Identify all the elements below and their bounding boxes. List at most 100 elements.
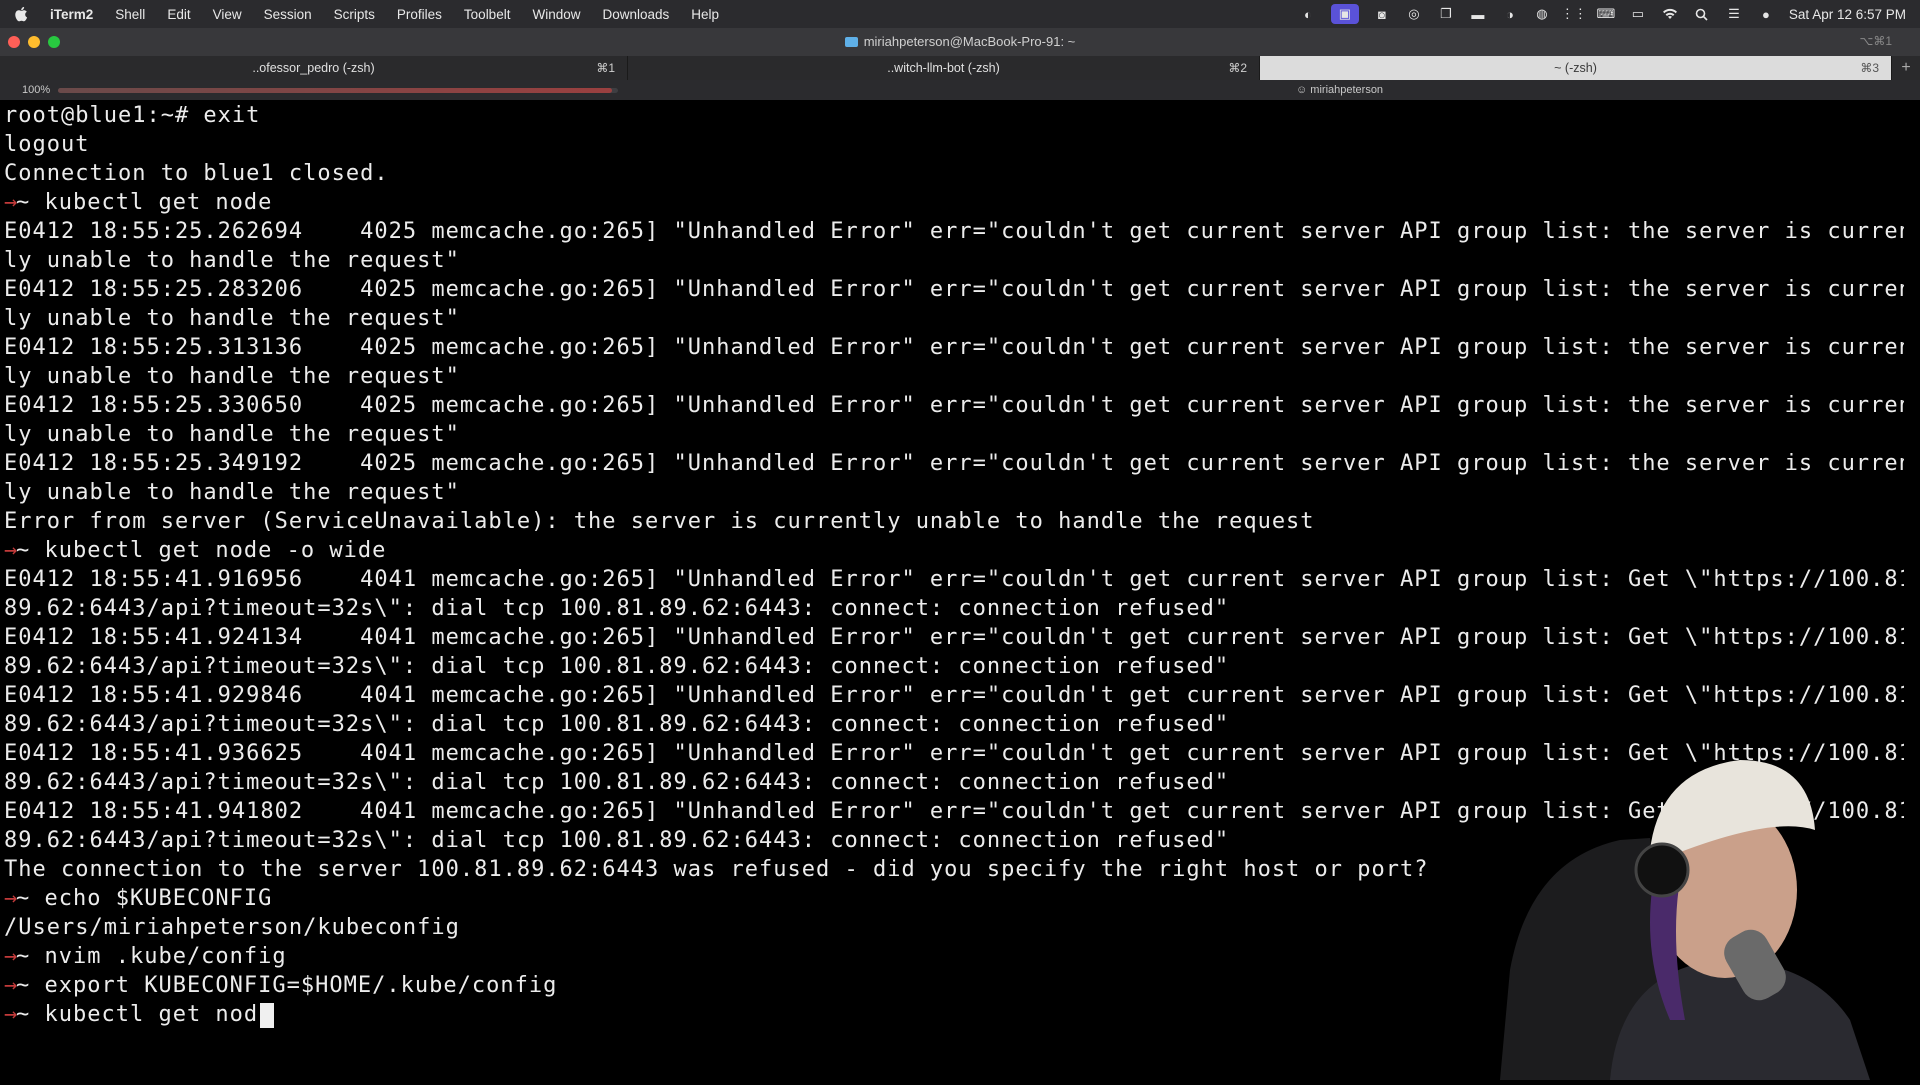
line-text: ly unable to handle the request": [4, 422, 460, 447]
window-title: miriahpeterson@MacBook-Pro-91: ~: [0, 34, 1920, 49]
output-line: ly unable to handle the request": [4, 246, 1904, 275]
screen-share-icon[interactable]: ▣: [1330, 4, 1359, 24]
webcam-overlay: [1470, 720, 1920, 1080]
tab-shortcut: ⌘2: [1228, 61, 1247, 75]
window-manager-icon[interactable]: ❐: [1437, 6, 1455, 22]
prompt-line: →~ kubectl get node -o wide: [4, 536, 1904, 565]
tab-bar: ..ofessor_pedro (-zsh) ⌘1 ..witch-llm-bo…: [0, 56, 1920, 80]
menu-app-name[interactable]: iTerm2: [50, 7, 93, 22]
camera-icon[interactable]: ◙: [1373, 6, 1391, 22]
keyboard-icon[interactable]: ⌨: [1597, 6, 1616, 22]
folder-icon: [844, 37, 858, 47]
prompt-arrow-icon: →: [4, 190, 19, 215]
menu-edit[interactable]: Edit: [167, 7, 190, 22]
line-text: ly unable to handle the request": [4, 306, 460, 331]
menu-toolbelt[interactable]: Toolbelt: [464, 7, 511, 22]
output-line: E0412 18:55:41.916956 4041 memcache.go:2…: [4, 565, 1904, 594]
control-center-icon[interactable]: ☰: [1725, 6, 1743, 22]
tab-label: ~ (-zsh): [1554, 61, 1597, 75]
line-text: ~ kubectl get node: [16, 190, 273, 215]
window-shortcut: ⌥⌘1: [1859, 34, 1892, 48]
line-text: E0412 18:55:41.924134 4041 memcache.go:2…: [4, 625, 1904, 650]
line-text: logout: [4, 132, 90, 157]
menu-help[interactable]: Help: [691, 7, 719, 22]
line-text: E0412 18:55:25.262694 4025 memcache.go:2…: [4, 219, 1904, 244]
text-cursor: [260, 1002, 275, 1028]
siri-icon[interactable]: ●: [1757, 6, 1775, 22]
menu-clock[interactable]: Sat Apr 12 6:57 PM: [1789, 7, 1906, 22]
tab-label: ..witch-llm-bot (-zsh): [887, 61, 1000, 75]
window-title-text: miriahpeterson@MacBook-Pro-91: ~: [863, 34, 1076, 49]
line-text: ~ kubectl get nod: [16, 1002, 259, 1027]
line-text: 89.62:6443/api?timeout=32s\": dial tcp 1…: [4, 712, 1230, 737]
menu-view[interactable]: View: [213, 7, 242, 22]
line-text: E0412 18:55:41.916956 4041 memcache.go:2…: [4, 567, 1904, 592]
user-icon: ☺: [1296, 84, 1308, 96]
line-text: ~ export KUBECONFIG=$HOME/.kube/config: [16, 973, 558, 998]
output-line: Error from server (ServiceUnavailable): …: [4, 507, 1904, 536]
menu-downloads[interactable]: Downloads: [602, 7, 669, 22]
menu-extras: ◐ ▣ ◙ ◎ ❐ ▬ ◑ ◍ ⋮⋮ ⌨ ▭ ☰ ● Sat Apr 12 6:…: [1299, 0, 1906, 28]
line-text: Error from server (ServiceUnavailable): …: [4, 509, 1315, 534]
headphone-shape: [1634, 842, 1690, 898]
output-line: 89.62:6443/api?timeout=32s\": dial tcp 1…: [4, 594, 1904, 623]
search-icon[interactable]: [1693, 6, 1711, 22]
menu-session[interactable]: Session: [264, 7, 312, 22]
window-title-bar[interactable]: miriahpeterson@MacBook-Pro-91: ~ ⌥⌘1: [0, 28, 1920, 56]
output-line: logout: [4, 130, 1904, 159]
tab-professor-pedro[interactable]: ..ofessor_pedro (-zsh) ⌘1: [0, 56, 628, 80]
output-line: E0412 18:55:25.313136 4025 memcache.go:2…: [4, 333, 1904, 362]
progress-bar: [58, 88, 618, 93]
output-line: ly unable to handle the request": [4, 478, 1904, 507]
vpn-icon[interactable]: ◍: [1533, 6, 1551, 22]
prompt-arrow-icon: →: [4, 538, 19, 563]
line-text: E0412 18:55:25.283206 4025 memcache.go:2…: [4, 277, 1904, 302]
output-line: E0412 18:55:25.349192 4025 memcache.go:2…: [4, 449, 1904, 478]
wifi-icon[interactable]: [1661, 6, 1679, 22]
status-user-text: miriahpeterson: [1310, 84, 1384, 96]
menu-scripts[interactable]: Scripts: [334, 7, 375, 22]
recorder-icon[interactable]: ◐: [1299, 6, 1317, 22]
prompt-line: →~ kubectl get node: [4, 188, 1904, 217]
output-line: E0412 18:55:41.929846 4041 memcache.go:2…: [4, 681, 1904, 710]
prompt-arrow-icon: →: [4, 1002, 19, 1027]
tab-label: ..ofessor_pedro (-zsh): [252, 61, 375, 75]
display-icon[interactable]: ▬: [1469, 6, 1487, 22]
line-text: E0412 18:55:25.330650 4025 memcache.go:2…: [4, 393, 1904, 418]
tab-twitch-llm-bot[interactable]: ..witch-llm-bot (-zsh) ⌘2: [628, 56, 1260, 80]
line-text: E0412 18:55:25.313136 4025 memcache.go:2…: [4, 335, 1904, 360]
sync-icon[interactable]: ◎: [1405, 6, 1423, 22]
new-tab-button[interactable]: +: [1892, 56, 1920, 80]
menu-profiles[interactable]: Profiles: [397, 7, 442, 22]
line-text: E0412 18:55:41.929846 4041 memcache.go:2…: [4, 683, 1904, 708]
line-text: E0412 18:55:25.349192 4025 memcache.go:2…: [4, 451, 1904, 476]
line-text: 89.62:6443/api?timeout=32s\": dial tcp 1…: [4, 770, 1230, 795]
output-line: E0412 18:55:25.283206 4025 memcache.go:2…: [4, 275, 1904, 304]
line-text: ly unable to handle the request": [4, 480, 460, 505]
output-line: Connection to blue1 closed.: [4, 159, 1904, 188]
line-text: /Users/miriahpeterson/kubeconfig: [4, 915, 460, 940]
grid-icon[interactable]: ⋮⋮: [1561, 6, 1587, 22]
line-text: root@blue1:~# exit: [4, 103, 261, 128]
line-text: Connection to blue1 closed.: [4, 161, 389, 186]
macos-menu-bar: iTerm2 Shell Edit View Session Scripts P…: [0, 0, 1920, 28]
output-line: E0412 18:55:41.924134 4041 memcache.go:2…: [4, 623, 1904, 652]
output-line: E0412 18:55:25.330650 4025 memcache.go:2…: [4, 391, 1904, 420]
menu-shell[interactable]: Shell: [115, 7, 145, 22]
zoom-level: 100%: [22, 84, 51, 96]
menu-window[interactable]: Window: [532, 7, 580, 22]
line-text: ~ kubectl get node -o wide: [16, 538, 387, 563]
line-text: 89.62:6443/api?timeout=32s\": dial tcp 1…: [4, 654, 1230, 679]
output-line: root@blue1:~# exit: [4, 101, 1904, 130]
progress-fill: [58, 88, 613, 93]
tab-shortcut: ⌘3: [1860, 61, 1879, 75]
apple-icon[interactable]: [14, 6, 36, 22]
line-text: ~ nvim .kube/config: [16, 944, 287, 969]
output-line: 89.62:6443/api?timeout=32s\": dial tcp 1…: [4, 652, 1904, 681]
battery-icon[interactable]: ▭: [1629, 6, 1647, 22]
line-text: 89.62:6443/api?timeout=32s\": dial tcp 1…: [4, 596, 1230, 621]
output-line: ly unable to handle the request": [4, 420, 1904, 449]
line-text: 89.62:6443/api?timeout=32s\": dial tcp 1…: [4, 828, 1230, 853]
tab-home-zsh[interactable]: ~ (-zsh) ⌘3: [1260, 56, 1892, 80]
app-indicator-icon[interactable]: ◑: [1501, 6, 1519, 22]
